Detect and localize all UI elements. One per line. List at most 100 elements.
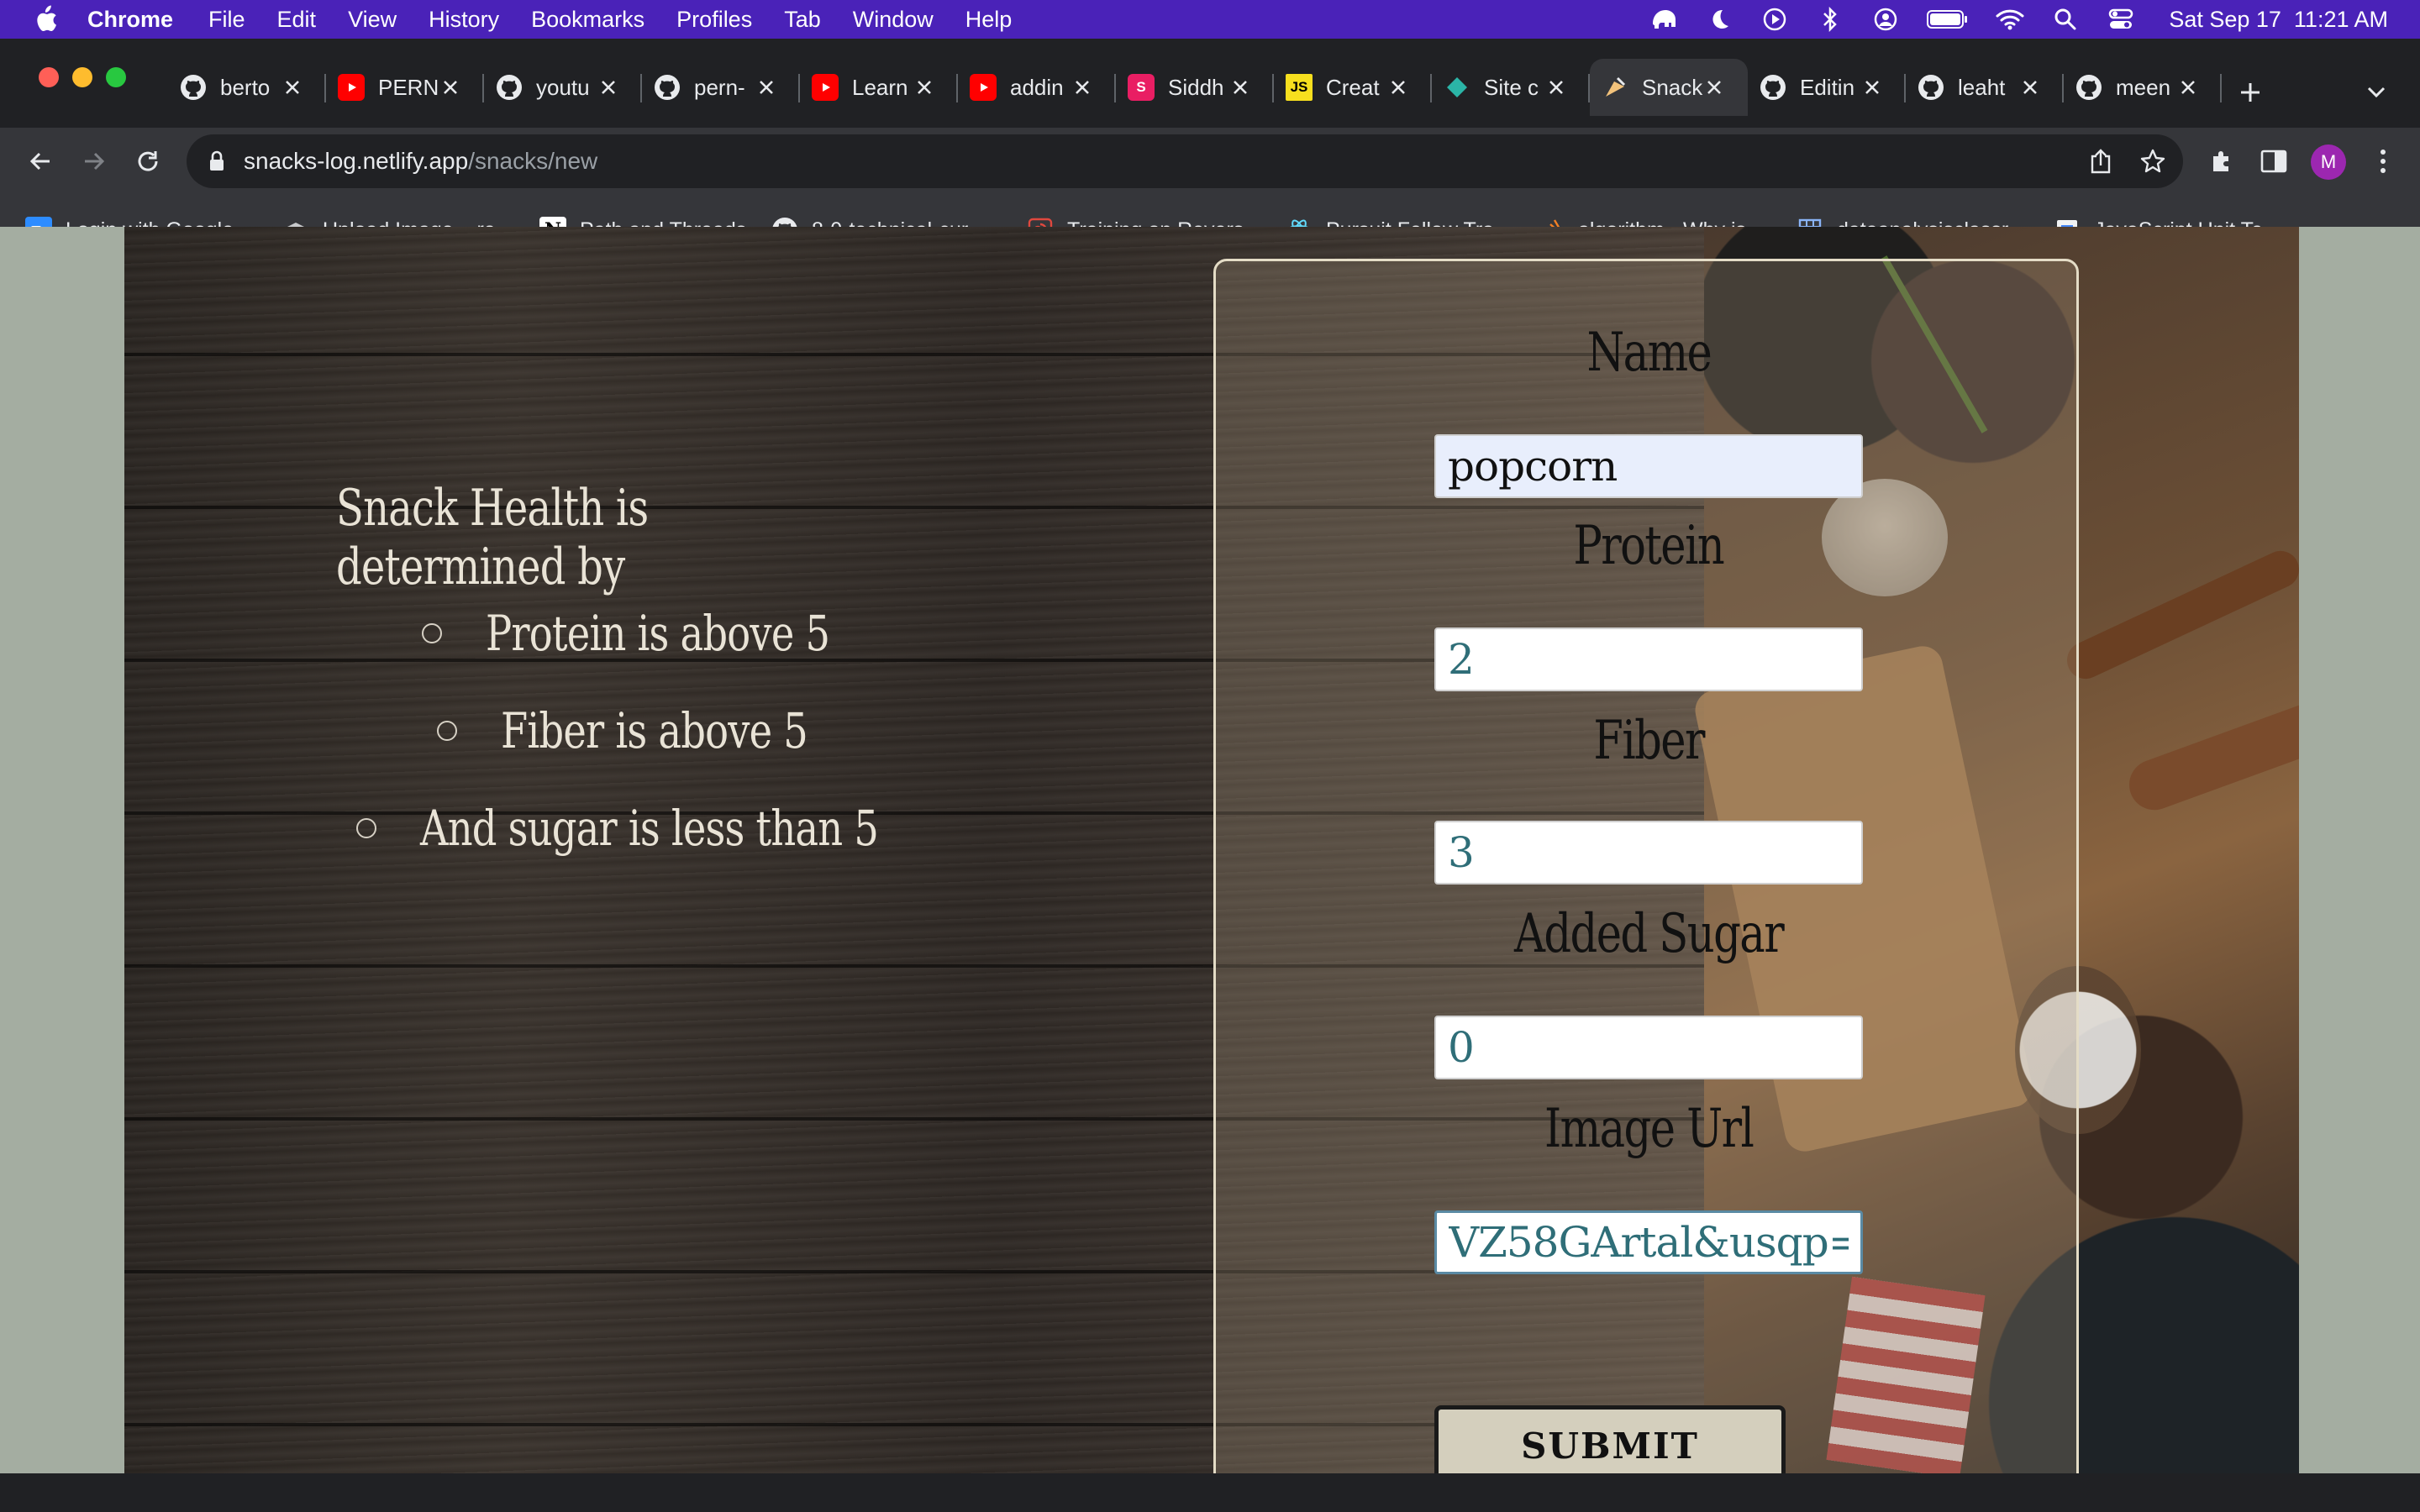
tab-learn[interactable]: Learn [800, 59, 958, 116]
close-tab-icon[interactable] [593, 72, 623, 102]
tab-berto[interactable]: berto [168, 59, 326, 116]
tab-meen[interactable]: meen [2064, 59, 2222, 116]
added-sugar-label-text: Added Sugar [1513, 903, 1785, 965]
fiber-label: Fiber [1216, 710, 2081, 772]
rule-item: And sugar is less than 5 [356, 800, 992, 857]
url-text[interactable]: snacks-log.netlify.app/snacks/new [244, 148, 597, 175]
menu-window[interactable]: Window [853, 7, 934, 33]
rule-text: Fiber is above 5 [501, 702, 808, 759]
browser-toolbar: snacks-log.netlify.app/snacks/new M [0, 128, 2420, 195]
bullet-icon [422, 623, 442, 643]
close-tab-icon[interactable] [1383, 72, 1413, 102]
back-icon[interactable] [22, 143, 59, 180]
js-icon: JS [1286, 74, 1313, 101]
spoon-decoration [2122, 695, 2299, 817]
control-center-icon[interactable] [2107, 5, 2135, 34]
close-tab-icon[interactable] [277, 72, 308, 102]
bluetooth-icon[interactable] [1816, 5, 1844, 34]
browser-window: berto PERN youtu pern- Learn addin S Sid… [0, 39, 2420, 1512]
rule-text: And sugar is less than 5 [420, 800, 879, 857]
youtube-icon [338, 74, 365, 101]
elephant-icon[interactable] [1649, 5, 1678, 34]
close-tab-icon[interactable] [1225, 72, 1255, 102]
close-tab-icon[interactable] [2015, 72, 2045, 102]
spoon-decoration [2060, 544, 2299, 685]
tab-pern-repo[interactable]: pern- [642, 59, 800, 116]
share-icon[interactable] [2084, 144, 2118, 178]
menu-app-name[interactable]: Chrome [87, 7, 173, 33]
menubar-status-area: Sat Sep 17 11:21 AM [1649, 0, 2388, 39]
menu-tab[interactable]: Tab [784, 7, 821, 33]
apple-icon[interactable] [30, 4, 60, 34]
tab-creat[interactable]: JS Creat [1274, 59, 1432, 116]
address-bar[interactable]: snacks-log.netlify.app/snacks/new [187, 134, 2183, 188]
tab-snack-active[interactable]: Snack [1590, 59, 1748, 116]
menu-bookmarks[interactable]: Bookmarks [531, 7, 644, 33]
image-url-label: Image Url [1216, 1098, 2081, 1160]
search-icon[interactable] [2051, 5, 2080, 34]
added-sugar-input[interactable] [1434, 1016, 1863, 1079]
extensions-icon[interactable] [2203, 143, 2240, 180]
close-tab-icon[interactable] [909, 72, 939, 102]
reload-icon[interactable] [129, 143, 166, 180]
more-menu-icon[interactable] [2365, 143, 2402, 180]
close-tab-icon[interactable] [1857, 72, 1887, 102]
rule-text: Protein is above 5 [486, 605, 830, 662]
tab-search-icon[interactable] [2360, 76, 2393, 109]
lock-icon[interactable] [205, 150, 229, 173]
tab-leaht[interactable]: leaht [1906, 59, 2064, 116]
tab-site[interactable]: Site c [1432, 59, 1590, 116]
tab-pern[interactable]: PERN [326, 59, 484, 116]
menu-profiles[interactable]: Profiles [676, 7, 752, 33]
rule-item: Fiber is above 5 [437, 702, 884, 759]
menu-history[interactable]: History [429, 7, 499, 33]
image-url-input[interactable] [1434, 1210, 1863, 1274]
tab-editin[interactable]: Editin [1748, 59, 1906, 116]
s-app-icon: S [1128, 74, 1155, 101]
page-background: Snack Health is determined by Protein is… [124, 227, 2299, 1473]
side-panel-icon[interactable] [2255, 143, 2292, 180]
battery-icon[interactable] [1927, 5, 1969, 34]
close-tab-icon[interactable] [1699, 72, 1729, 102]
tab-siddh[interactable]: S Siddh [1116, 59, 1274, 116]
forward-icon[interactable] [76, 143, 113, 180]
protein-label: Protein [1216, 515, 2081, 577]
close-tab-icon[interactable] [1067, 72, 1097, 102]
close-tab-icon[interactable] [2173, 72, 2203, 102]
menu-file[interactable]: File [208, 7, 245, 33]
new-tab-button[interactable] [2227, 69, 2274, 116]
youtube-icon [812, 74, 839, 101]
youtube-icon [970, 74, 997, 101]
macos-menubar: Chrome File Edit View History Bookmarks … [0, 0, 2420, 39]
bullet-icon [356, 818, 376, 838]
name-input[interactable] [1434, 434, 1863, 498]
moon-icon[interactable] [1705, 5, 1733, 34]
tab-addin[interactable]: addin [958, 59, 1116, 116]
close-tab-icon[interactable] [1541, 72, 1571, 102]
menubar-clock[interactable]: Sat Sep 17 11:21 AM [2169, 7, 2388, 33]
menu-help[interactable]: Help [965, 7, 1013, 33]
play-icon[interactable] [1760, 5, 1789, 34]
url-domain: snacks-log.netlify.app [244, 148, 469, 174]
close-tab-icon[interactable] [435, 72, 466, 102]
profile-avatar[interactable]: M [2311, 144, 2346, 180]
github-icon [496, 74, 523, 101]
user-icon[interactable] [1871, 5, 1900, 34]
minimize-window-button[interactable] [72, 67, 92, 87]
tab-strip: berto PERN youtu pern- Learn addin S Sid… [0, 39, 2420, 128]
name-label-text: Name [1586, 322, 1712, 384]
fiber-input[interactable] [1434, 821, 1863, 885]
wifi-icon[interactable] [1996, 5, 2024, 34]
submit-button[interactable]: SUBMIT [1434, 1405, 1786, 1473]
close-window-button[interactable] [39, 67, 59, 87]
zoom-window-button[interactable] [106, 67, 126, 87]
menu-edit[interactable]: Edit [277, 7, 317, 33]
added-sugar-label: Added Sugar [1216, 903, 2081, 965]
protein-input[interactable] [1434, 627, 1863, 691]
tab-youtu[interactable]: youtu [484, 59, 642, 116]
bookmark-star-icon[interactable] [2136, 144, 2170, 178]
snack-health-info: Snack Health is determined by Protein is… [124, 227, 1212, 1473]
menu-view[interactable]: View [348, 7, 397, 33]
github-icon [2075, 74, 2102, 101]
close-tab-icon[interactable] [751, 72, 781, 102]
